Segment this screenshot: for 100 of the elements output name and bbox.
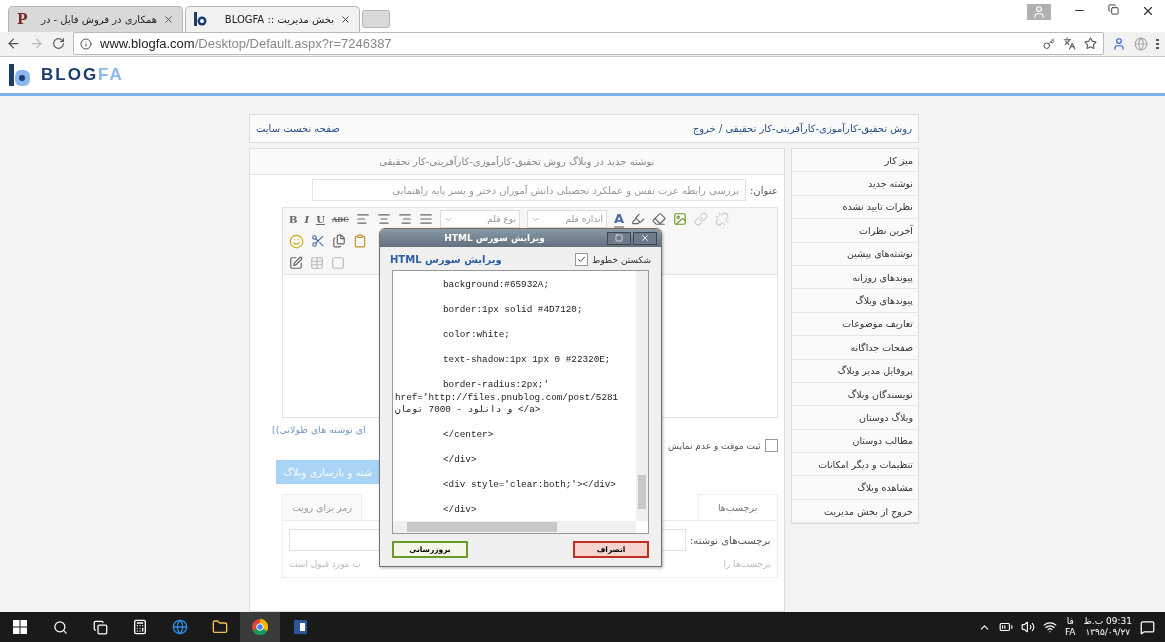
code-line: </div> [442,504,478,517]
checkmark-icon [577,255,587,264]
code-editor[interactable] [392,270,649,534]
eraser-icon[interactable] [652,212,666,226]
sidebar-item[interactable]: پیوندهای روزانه [791,265,918,290]
close-icon[interactable] [163,13,174,25]
sidebar-item[interactable]: وبلاگ دوستان [791,406,918,430]
sidebar-item[interactable]: نوشته‌های پیشین [791,242,918,266]
dialog-title: ویرایش سورس HTML [443,233,546,243]
clock-date: ۱۳۹۵/۰۹/۲۷ [1085,627,1131,638]
maximize-button[interactable] [607,231,631,245]
logout-link[interactable]: خروج [692,123,716,134]
sidebar-item[interactable]: نوشته جدید [791,172,918,196]
sidebar-item[interactable]: صفحات جداگانه [791,336,918,360]
menu-icon[interactable] [1156,37,1159,50]
search-icon[interactable] [52,619,68,635]
image-icon[interactable] [673,212,687,226]
notification-icon[interactable] [1140,619,1155,635]
close-icon[interactable] [1141,4,1155,18]
browser-tab[interactable]: بخش مدیریت :: BLOGFA [185,5,360,32]
sidebar-item[interactable]: مشاهده وبلاگ [791,476,918,500]
code-line: text-shadow:1px 1px 0 #22320E; [442,354,612,367]
blog-logo-icon [9,64,31,86]
format-button[interactable]: B [289,213,298,225]
draft-checkbox[interactable] [764,439,778,452]
reload-icon[interactable] [52,37,65,51]
calculator-icon[interactable] [132,619,148,635]
code-line: href='http://files.pnublog.com/post/5281 [395,391,620,404]
key-icon[interactable] [1043,37,1055,50]
paste-icon[interactable] [353,234,367,248]
tab-title: بخش مدیریت :: BLOGFA [223,13,334,25]
close-icon [640,233,650,243]
code-line: border-radius:2px;' [442,379,550,392]
volume-icon[interactable] [1021,620,1035,634]
align-right-icon[interactable] [397,212,412,226]
taskbar-app[interactable] [240,612,280,642]
sidebar-item[interactable]: آخرین نظرات [791,219,918,243]
wrap-label: شکستن خطوط [592,254,651,265]
folder-icon[interactable] [212,619,228,635]
language-indicator[interactable]: FA [1065,627,1076,638]
bookmark-star-icon[interactable] [1084,37,1097,51]
tab-title: همکاری در فروش فایل - در [39,13,157,25]
start-icon[interactable] [13,620,27,634]
language-indicator[interactable]: فا [1066,616,1074,627]
align-justify-icon[interactable] [418,212,433,226]
breadcrumb-text: روش تحقیق-کارآموزی-کارآفرینی-کار تحقیقی / خروج [692,123,912,134]
code-line: color:white; [442,329,511,342]
sidebar-item[interactable]: نظرات تایید نشده [791,195,918,220]
info-icon[interactable] [80,37,92,50]
code-line: border:1px solid #4D7120; [442,304,584,317]
back-icon[interactable] [6,36,21,52]
edit-icon[interactable] [289,256,303,270]
vertical-scrollbar[interactable] [636,271,648,521]
home-link[interactable]: صفحه نخست سایت [256,123,340,134]
copy-icon[interactable] [332,234,346,248]
tags-label: برچسب‌های نوشته: [690,534,771,546]
url-text: www.blogfa.com/Desktop/Default.aspx?r=7246387 [100,36,393,52]
sidebar-item[interactable]: نویسندگان وبلاگ [791,382,918,407]
sidebar-item[interactable]: میز کار [791,149,918,173]
horizontal-scrollbar[interactable] [393,521,636,533]
code-line: و دانلود - 7000 تومان </a> [395,404,542,417]
maximize-icon [615,234,623,242]
restore-icon[interactable] [1108,4,1119,15]
globe-icon[interactable] [172,619,188,635]
dialog-heading: ویرایش سورس HTML [390,254,502,265]
document-app-icon[interactable] [292,619,308,635]
wifi-icon[interactable] [1043,620,1057,634]
code-line: background:#65932A; [442,279,550,292]
battery-icon[interactable] [999,620,1013,634]
cut-icon[interactable] [311,234,325,248]
wrap-checkbox[interactable] [575,253,589,266]
format-button[interactable]: U [316,213,325,225]
code-line: </div> [442,454,478,467]
panel-tab[interactable]: برچسب‌ها [697,494,778,520]
title-label: عنوان: [749,184,778,196]
sidebar-item[interactable]: پروفایل مدیر وبلاگ [791,359,918,383]
sidebar-item[interactable]: تعاریف موضوعات [791,312,918,337]
sidebar-item[interactable]: تنظیمات و دیگر امکانات [791,453,918,477]
sidebar-item[interactable]: خروج از بخش مدیریت [791,499,918,524]
translate-icon[interactable] [1063,37,1076,51]
code-line: <div style='clear:both;'></div> [442,479,617,492]
align-left-icon[interactable] [355,212,370,226]
blog-logo-icon [194,12,207,27]
sidebar-item[interactable]: پیوندهای وبلاگ [791,289,918,313]
close-button[interactable] [633,231,657,245]
draft-label: ثبت موقت و عدم نمایش [668,440,761,451]
align-center-icon[interactable] [376,212,391,226]
task-view-icon[interactable] [92,619,108,635]
format-button[interactable]: I [304,213,310,225]
clock-time: 09:31 ب.ظ [1083,616,1132,627]
tab-favicon: P [17,11,28,28]
address-bar[interactable]: www.blogfa.com/Desktop/Default.aspx?r=7246387 [73,32,1104,56]
close-icon[interactable] [340,13,351,25]
highlighter-icon[interactable] [631,212,645,226]
tags-hint: برچسب‌ها را [723,559,771,569]
sidebar-item[interactable]: مطالب دوستان [791,429,918,454]
extension-icon[interactable] [1112,36,1126,51]
browser-logo-icon[interactable] [252,619,268,635]
panel-heading: نوشته جدید در وبلاگ روش تحقیق-کارآموزی-کارآفرینی-کار تحقیقی [250,149,784,175]
code-line: </center> [442,429,495,442]
